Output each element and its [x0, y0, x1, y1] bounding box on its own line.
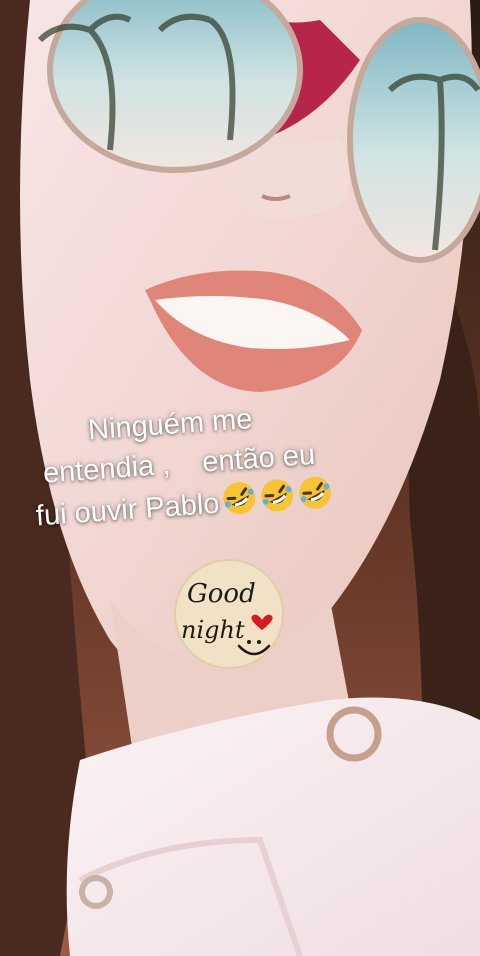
sticker-word-2: night	[181, 616, 245, 644]
sticker-word-1: Good	[187, 579, 256, 609]
caption-line-3-text: fui ouvir Pablo	[34, 487, 221, 533]
rolling-on-floor-laughing-emoji-icon	[258, 476, 297, 525]
rolling-on-floor-laughing-emoji-icon	[220, 479, 259, 528]
sticker-background	[174, 559, 284, 669]
good-night-sticker[interactable]: Good night	[173, 558, 285, 670]
rolling-on-floor-laughing-emoji-icon	[296, 474, 335, 523]
story-frame: Ninguém me entendia , então eu fui ouvir…	[0, 0, 480, 956]
sunglasses-lens-right	[347, 17, 480, 263]
sunglasses-lens-left	[47, 0, 303, 173]
